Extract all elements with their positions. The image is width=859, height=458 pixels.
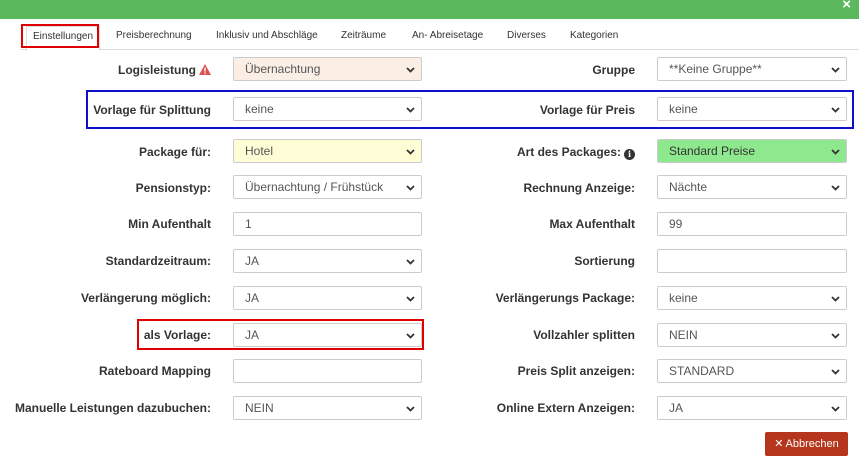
- label-pensionstyp: Pensionstyp:: [135, 181, 211, 195]
- label-logisleistung: Logisleistung: [11, 63, 211, 77]
- label-vollzahler: Vollzahler splitten: [533, 328, 635, 342]
- warning-icon: [199, 64, 211, 75]
- label-rechnung-anzeige: Rechnung Anzeige:: [523, 181, 635, 195]
- chevron-down-icon: [831, 185, 840, 191]
- tab-inklusiv-abschlaege[interactable]: Inklusiv und Abschläge: [210, 26, 324, 50]
- select-als-vorlage-value: JA: [245, 328, 260, 342]
- label-max-aufenthalt: Max Aufenthalt: [549, 217, 635, 231]
- chevron-down-icon: [831, 369, 840, 375]
- input-min-aufenthalt[interactable]: 1: [233, 212, 422, 236]
- select-preis-split-value: STANDARD: [669, 364, 735, 378]
- select-als-vorlage[interactable]: JA: [233, 323, 422, 347]
- chevron-down-icon: [406, 107, 415, 113]
- select-logisleistung[interactable]: Übernachtung: [233, 57, 422, 81]
- chevron-down-icon: [831, 333, 840, 339]
- select-vorlage-splittung-value: keine: [245, 102, 274, 116]
- label-art-packages: Art des Packages: i: [435, 145, 635, 160]
- info-icon[interactable]: i: [624, 149, 635, 160]
- chevron-down-icon: [831, 296, 840, 302]
- select-art-packages[interactable]: Standard Preise: [657, 139, 847, 163]
- select-online-extern[interactable]: JA: [657, 396, 847, 420]
- chevron-down-icon: [831, 149, 840, 155]
- select-verlaengerungs-package-value: keine: [669, 291, 698, 305]
- label-online-extern: Online Extern Anzeigen:: [496, 401, 635, 415]
- select-pensionstyp[interactable]: Übernachtung / Frühstück: [233, 175, 422, 199]
- tab-zeitraeume[interactable]: Zeiträume: [335, 26, 392, 50]
- select-vorlage-splittung[interactable]: keine: [233, 97, 422, 121]
- select-logisleistung-value: Übernachtung: [245, 62, 321, 76]
- select-manuelle-leistungen-value: NEIN: [245, 401, 274, 415]
- chevron-down-icon: [831, 406, 840, 412]
- chevron-down-icon: [406, 67, 415, 73]
- select-verlaengerung-value: JA: [245, 291, 260, 305]
- tab-bar: Einstellungen Preisberechnung Inklusiv u…: [20, 22, 859, 51]
- select-vollzahler[interactable]: NEIN: [657, 323, 847, 347]
- close-icon: ✕: [774, 438, 784, 450]
- select-verlaengerung[interactable]: JA: [233, 286, 422, 310]
- select-vorlage-preis[interactable]: keine: [657, 97, 847, 121]
- select-pensionstyp-value: Übernachtung / Frühstück: [245, 180, 384, 194]
- tab-diverses[interactable]: Diverses: [501, 26, 552, 50]
- label-art-packages-text: Art des Packages:: [516, 145, 621, 159]
- label-standardzeitraum: Standardzeitraum:: [105, 254, 211, 268]
- label-verlaengerungs-package: Verlängerungs Package:: [495, 291, 635, 305]
- label-rateboard: Rateboard Mapping: [98, 364, 211, 378]
- label-package-fuer: Package für:: [138, 145, 211, 159]
- label-logisleistung-text: Logisleistung: [118, 63, 196, 77]
- select-package-fuer[interactable]: Hotel: [233, 139, 422, 163]
- select-standardzeitraum-value: JA: [245, 254, 260, 268]
- chevron-down-icon: [406, 333, 415, 339]
- tab-an-abreisetage[interactable]: An- Abreisetage: [406, 26, 489, 50]
- chevron-down-icon: [831, 107, 840, 113]
- cancel-button-label: Abbrechen: [785, 438, 839, 450]
- modal-footer: [0, 428, 859, 458]
- chevron-down-icon: [406, 259, 415, 265]
- select-package-fuer-value: Hotel: [245, 144, 274, 158]
- close-icon[interactable]: ×: [842, 0, 851, 13]
- select-preis-split[interactable]: STANDARD: [657, 359, 847, 383]
- select-verlaengerungs-package[interactable]: keine: [657, 286, 847, 310]
- label-min-aufenthalt: Min Aufenthalt: [128, 217, 211, 231]
- select-vorlage-preis-value: keine: [669, 102, 698, 116]
- chevron-down-icon: [406, 149, 415, 155]
- chevron-down-icon: [406, 296, 415, 302]
- chevron-down-icon: [406, 406, 415, 412]
- select-art-packages-value: Standard Preise: [669, 144, 756, 158]
- modal-header: ×: [0, 0, 859, 19]
- chevron-down-icon: [831, 67, 840, 73]
- label-sortierung: Sortierung: [574, 254, 635, 268]
- cancel-button[interactable]: ✕ Abbrechen: [765, 432, 848, 456]
- select-gruppe-value: **Keine Gruppe**: [669, 62, 762, 76]
- select-rechnung-anzeige[interactable]: Nächte: [657, 175, 847, 199]
- select-rechnung-anzeige-value: Nächte: [669, 180, 708, 194]
- tab-einstellungen[interactable]: Einstellungen: [26, 26, 101, 51]
- label-manuelle-leistungen: Manuelle Leistungen dazubuchen:: [14, 401, 211, 415]
- label-als-vorlage: als Vorlage:: [143, 328, 211, 342]
- tab-preisberechnung[interactable]: Preisberechnung: [110, 26, 198, 50]
- select-online-extern-value: JA: [669, 401, 684, 415]
- label-verlaengerung: Verlängerung möglich:: [80, 291, 211, 305]
- label-vorlage-preis: Vorlage für Preis: [539, 103, 635, 117]
- chevron-down-icon: [406, 185, 415, 191]
- input-max-aufenthalt[interactable]: 99: [657, 212, 847, 236]
- select-manuelle-leistungen[interactable]: NEIN: [233, 396, 422, 420]
- select-gruppe[interactable]: **Keine Gruppe**: [657, 57, 847, 81]
- label-vorlage-splittung: Vorlage für Splittung: [93, 103, 211, 117]
- tab-kategorien[interactable]: Kategorien: [564, 26, 624, 50]
- input-rateboard[interactable]: [233, 359, 422, 383]
- select-standardzeitraum[interactable]: JA: [233, 249, 422, 273]
- label-gruppe: Gruppe: [592, 63, 635, 77]
- label-preis-split: Preis Split anzeigen:: [517, 364, 635, 378]
- input-sortierung[interactable]: [657, 249, 847, 273]
- select-vollzahler-value: NEIN: [669, 328, 698, 342]
